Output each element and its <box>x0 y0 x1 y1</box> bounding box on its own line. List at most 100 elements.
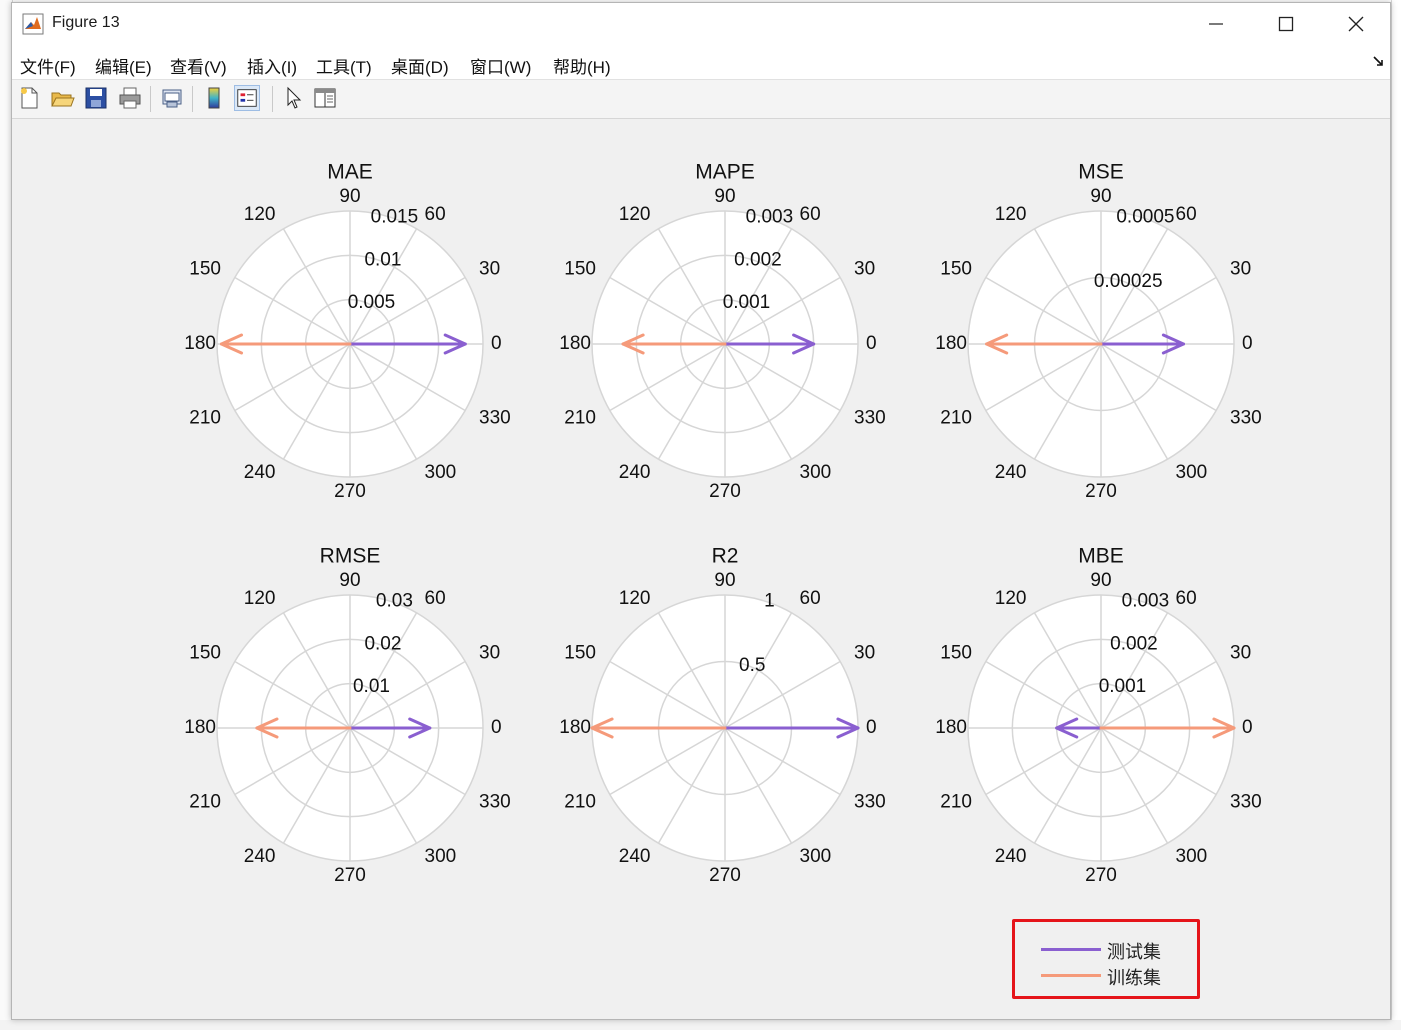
mape-radial-label: 0.001 <box>723 292 771 313</box>
figure-toolbar <box>12 80 1390 119</box>
menu-file[interactable]: 文件(F) <box>20 53 76 78</box>
close-icon <box>1348 16 1364 32</box>
menu-view[interactable]: 查看(V) <box>170 53 227 78</box>
rmse-angle-label: 300 <box>425 846 457 867</box>
mse-angle-label: 60 <box>1176 204 1197 225</box>
maximize-button[interactable] <box>1252 3 1320 45</box>
title-bar[interactable]: Figure 13 <box>12 3 1390 45</box>
dock-figure-icon[interactable] <box>1372 55 1384 67</box>
menu-help[interactable]: 帮助(H) <box>553 53 611 78</box>
rmse-axes-title: RMSE <box>320 545 381 568</box>
mape-radial-label: 0.003 <box>746 207 794 228</box>
menu-desktop[interactable]: 桌面(D) <box>391 53 449 78</box>
rmse-angle-label: 270 <box>334 865 366 886</box>
mae-angle-label: 30 <box>479 259 500 280</box>
rmse-radial-label: 0.02 <box>364 633 401 654</box>
mse-angle-label: 210 <box>940 408 972 429</box>
mape-angle-label: 270 <box>709 481 741 502</box>
window-title: Figure 13 <box>52 14 120 31</box>
mse-angle-label: 150 <box>940 259 972 280</box>
open-file-icon[interactable] <box>49 85 75 111</box>
mse-angle-label: 120 <box>995 204 1027 225</box>
mbe-angle-label: 240 <box>995 846 1027 867</box>
menu-bar: 文件(F) 编辑(E) 查看(V) 插入(I) 工具(T) 桌面(D) 窗口(W… <box>12 45 1390 80</box>
toolbar-separator <box>272 86 273 112</box>
save-icon[interactable] <box>83 85 109 111</box>
rmse-radial-label: 0.01 <box>353 676 390 697</box>
legend-label-test: 测试集 <box>1107 942 1161 963</box>
r2-angle-label: 120 <box>619 588 651 609</box>
maximize-icon <box>1278 16 1294 32</box>
legend-line-test <box>1041 948 1101 951</box>
toolbar-separator <box>150 86 151 112</box>
colorbar-icon[interactable] <box>201 85 227 111</box>
menu-window[interactable]: 窗口(W) <box>470 53 531 78</box>
mae-angle-label: 90 <box>339 186 360 207</box>
mae-angle-label: 120 <box>244 204 276 225</box>
r2-angle-label: 60 <box>800 588 821 609</box>
menu-edit[interactable]: 编辑(E) <box>95 53 152 78</box>
background-taskbar-strip <box>0 1020 1401 1030</box>
print-preview-icon[interactable] <box>159 85 185 111</box>
legend-icon[interactable] <box>234 85 260 111</box>
mbe-angle-label: 30 <box>1230 643 1251 664</box>
rmse-angle-label: 240 <box>244 846 276 867</box>
r2-radial-label: 1 <box>764 591 775 612</box>
select-arrow-icon[interactable] <box>280 85 306 111</box>
mbe-angle-label: 120 <box>995 588 1027 609</box>
rmse-angle-label: 180 <box>184 717 216 738</box>
rmse-angle-label: 60 <box>425 588 446 609</box>
menu-insert[interactable]: 插入(I) <box>247 53 297 78</box>
mbe-angle-label: 60 <box>1176 588 1197 609</box>
r2-angle-label: 150 <box>564 643 596 664</box>
r2-axes-title: R2 <box>712 545 739 568</box>
rmse-angle-label: 0 <box>491 717 502 738</box>
mbe-angle-label: 90 <box>1090 570 1111 591</box>
mape-angle-label: 30 <box>854 259 875 280</box>
figure-axes-area[interactable]: 03060901201501802102402703003300.0050.01… <box>12 119 1390 1019</box>
mse-axes-title: MSE <box>1078 161 1124 184</box>
mse-angle-label: 240 <box>995 462 1027 483</box>
r2-angle-label: 270 <box>709 865 741 886</box>
rmse-angle-label: 210 <box>189 792 221 813</box>
mbe-radial-label: 0.001 <box>1099 676 1147 697</box>
r2-angle-label: 330 <box>854 792 886 813</box>
rmse-angle-label: 120 <box>244 588 276 609</box>
mape-angle-label: 330 <box>854 408 886 429</box>
mape-angle-label: 210 <box>564 408 596 429</box>
matlab-icon <box>22 13 44 35</box>
mbe-angle-label: 300 <box>1176 846 1208 867</box>
r2-angle-label: 90 <box>714 570 735 591</box>
rmse-angle-label: 30 <box>479 643 500 664</box>
rmse-angle-label: 90 <box>339 570 360 591</box>
background-window-right <box>1391 0 1401 1030</box>
r2-angle-label: 30 <box>854 643 875 664</box>
minimize-icon <box>1209 23 1223 25</box>
figure-window: Figure 13 文件(F) 编辑(E) 查看(V) 插入(I) 工具(T) … <box>11 2 1391 1020</box>
mae-angle-label: 330 <box>479 408 511 429</box>
mse-angle-label: 30 <box>1230 259 1251 280</box>
mse-angle-label: 330 <box>1230 408 1262 429</box>
r2-angle-label: 300 <box>800 846 832 867</box>
legend-label-train: 训练集 <box>1107 968 1161 989</box>
property-editor-icon[interactable] <box>312 85 338 111</box>
close-button[interactable] <box>1322 3 1390 45</box>
mbe-radial-label: 0.003 <box>1122 591 1170 612</box>
r2-angle-label: 0 <box>866 717 877 738</box>
mbe-axes-title: MBE <box>1078 545 1124 568</box>
rmse-angle-label: 330 <box>479 792 511 813</box>
new-figure-icon[interactable] <box>16 85 42 111</box>
minimize-button[interactable] <box>1182 3 1250 45</box>
print-icon[interactable] <box>117 85 143 111</box>
mae-radial-label: 0.005 <box>348 292 396 313</box>
r2-radial-label: 0.5 <box>739 655 765 676</box>
mbe-angle-label: 270 <box>1085 865 1117 886</box>
mse-angle-label: 180 <box>935 333 967 354</box>
mape-angle-label: 300 <box>800 462 832 483</box>
legend[interactable]: 测试集 训练集 <box>1012 919 1200 999</box>
mbe-angle-label: 0 <box>1242 717 1253 738</box>
menu-tools[interactable]: 工具(T) <box>316 53 372 78</box>
mse-angle-label: 0 <box>1242 333 1253 354</box>
mae-angle-label: 300 <box>425 462 457 483</box>
mbe-angle-label: 210 <box>940 792 972 813</box>
